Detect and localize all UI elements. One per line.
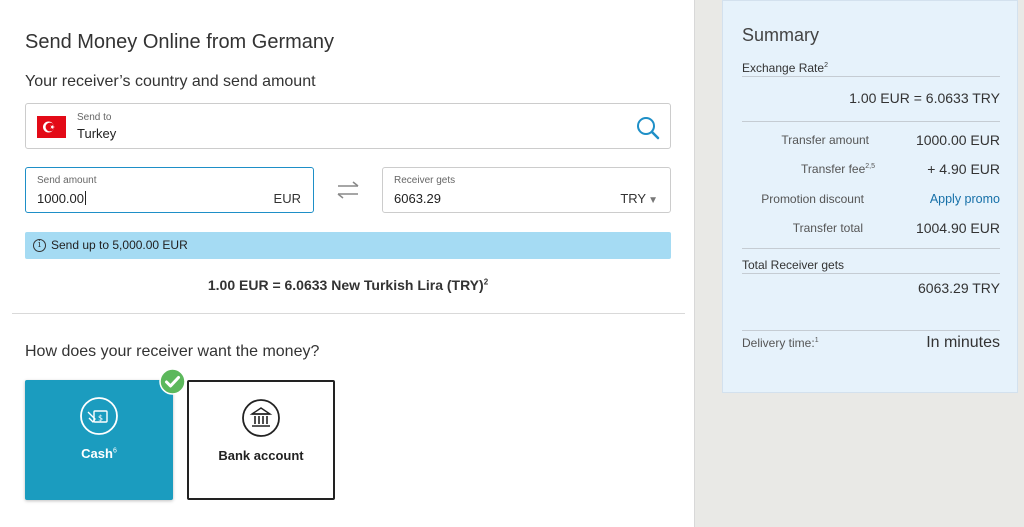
divider <box>742 330 1000 331</box>
country-value[interactable]: Turkey <box>77 126 116 141</box>
send-currency: EUR <box>273 191 301 206</box>
search-icon[interactable] <box>635 115 661 141</box>
send-limit-text: Send up to 5,000.00 EUR <box>51 238 188 252</box>
total-receiver-gets-label: Total Receiver gets <box>742 258 845 272</box>
promotion-discount-label: Promotion discount <box>761 192 864 206</box>
apply-promo-link[interactable]: Apply promo <box>930 192 1000 206</box>
cash-option[interactable]: $ Cash6 <box>25 380 173 500</box>
delivery-method-title: How does your receiver want the money? <box>25 343 320 360</box>
transfer-amount-label: Transfer amount <box>781 133 869 147</box>
receiver-gets-input[interactable]: 6063.29 <box>394 191 441 206</box>
cash-hand-icon: $ <box>79 396 119 436</box>
text-cursor <box>85 191 86 205</box>
exchange-rate-heading: Exchange Rate2 <box>742 61 828 75</box>
swap-arrows-icon[interactable] <box>335 180 361 200</box>
send-amount-field[interactable]: Send amount 1000.00 EUR <box>25 167 314 213</box>
send-money-form: Send Money Online from Germany Your rece… <box>0 0 695 527</box>
bank-account-label: Bank account <box>218 448 304 463</box>
summary-title: Summary <box>742 25 820 45</box>
total-receiver-gets-value: 6063.29 TRY <box>918 280 1000 296</box>
exchange-rate-line: 1.00 EUR = 6.0633 New Turkish Lira (TRY)… <box>207 277 489 293</box>
summary-panel: Summary Exchange Rate2 1.00 EUR = 6.0633… <box>722 0 1018 393</box>
divider <box>742 76 1000 77</box>
cash-label: Cash6 <box>81 446 117 461</box>
section-title: Your receiver’s country and send amount <box>25 73 316 90</box>
divider <box>742 248 1000 249</box>
receive-currency-select[interactable]: TRY ▼ <box>620 191 658 206</box>
send-limit-info: i Send up to 5,000.00 EUR <box>25 232 671 259</box>
rate-footnote: 2 <box>483 277 489 287</box>
caret-down-icon: ▼ <box>648 195 658 206</box>
divider <box>742 273 1000 274</box>
bank-icon <box>241 398 281 438</box>
transfer-fee-label: Transfer fee2,5 <box>801 162 875 176</box>
transfer-fee-value: + 4.90 EUR <box>927 161 1000 177</box>
delivery-time-label: Delivery time:1 <box>742 336 819 350</box>
send-amount-input[interactable]: 1000.00 <box>37 191 86 206</box>
receiver-gets-label: Receiver gets <box>394 175 456 186</box>
bank-account-option[interactable]: Bank account <box>187 380 335 500</box>
country-label: Send to <box>77 112 112 123</box>
exchange-rate-value: 1.00 EUR = 6.0633 TRY <box>849 90 1000 106</box>
receiver-gets-field[interactable]: Receiver gets 6063.29 TRY ▼ <box>382 167 671 213</box>
info-icon: i <box>33 239 46 252</box>
turkey-flag-icon <box>37 116 66 138</box>
transfer-amount-value: 1000.00 EUR <box>915 132 1000 148</box>
send-amount-label: Send amount <box>37 175 97 186</box>
svg-text:$: $ <box>98 414 103 423</box>
divider <box>742 121 1000 122</box>
transfer-total-label: Transfer total <box>792 221 863 235</box>
divider <box>12 313 685 314</box>
delivery-time-value: In minutes <box>926 334 1000 351</box>
selected-check-icon <box>159 368 186 395</box>
transfer-total-value: 1004.90 EUR <box>915 220 1000 236</box>
country-field[interactable]: Send to Turkey <box>25 103 671 149</box>
page-title: Send Money Online from Germany <box>25 31 335 53</box>
